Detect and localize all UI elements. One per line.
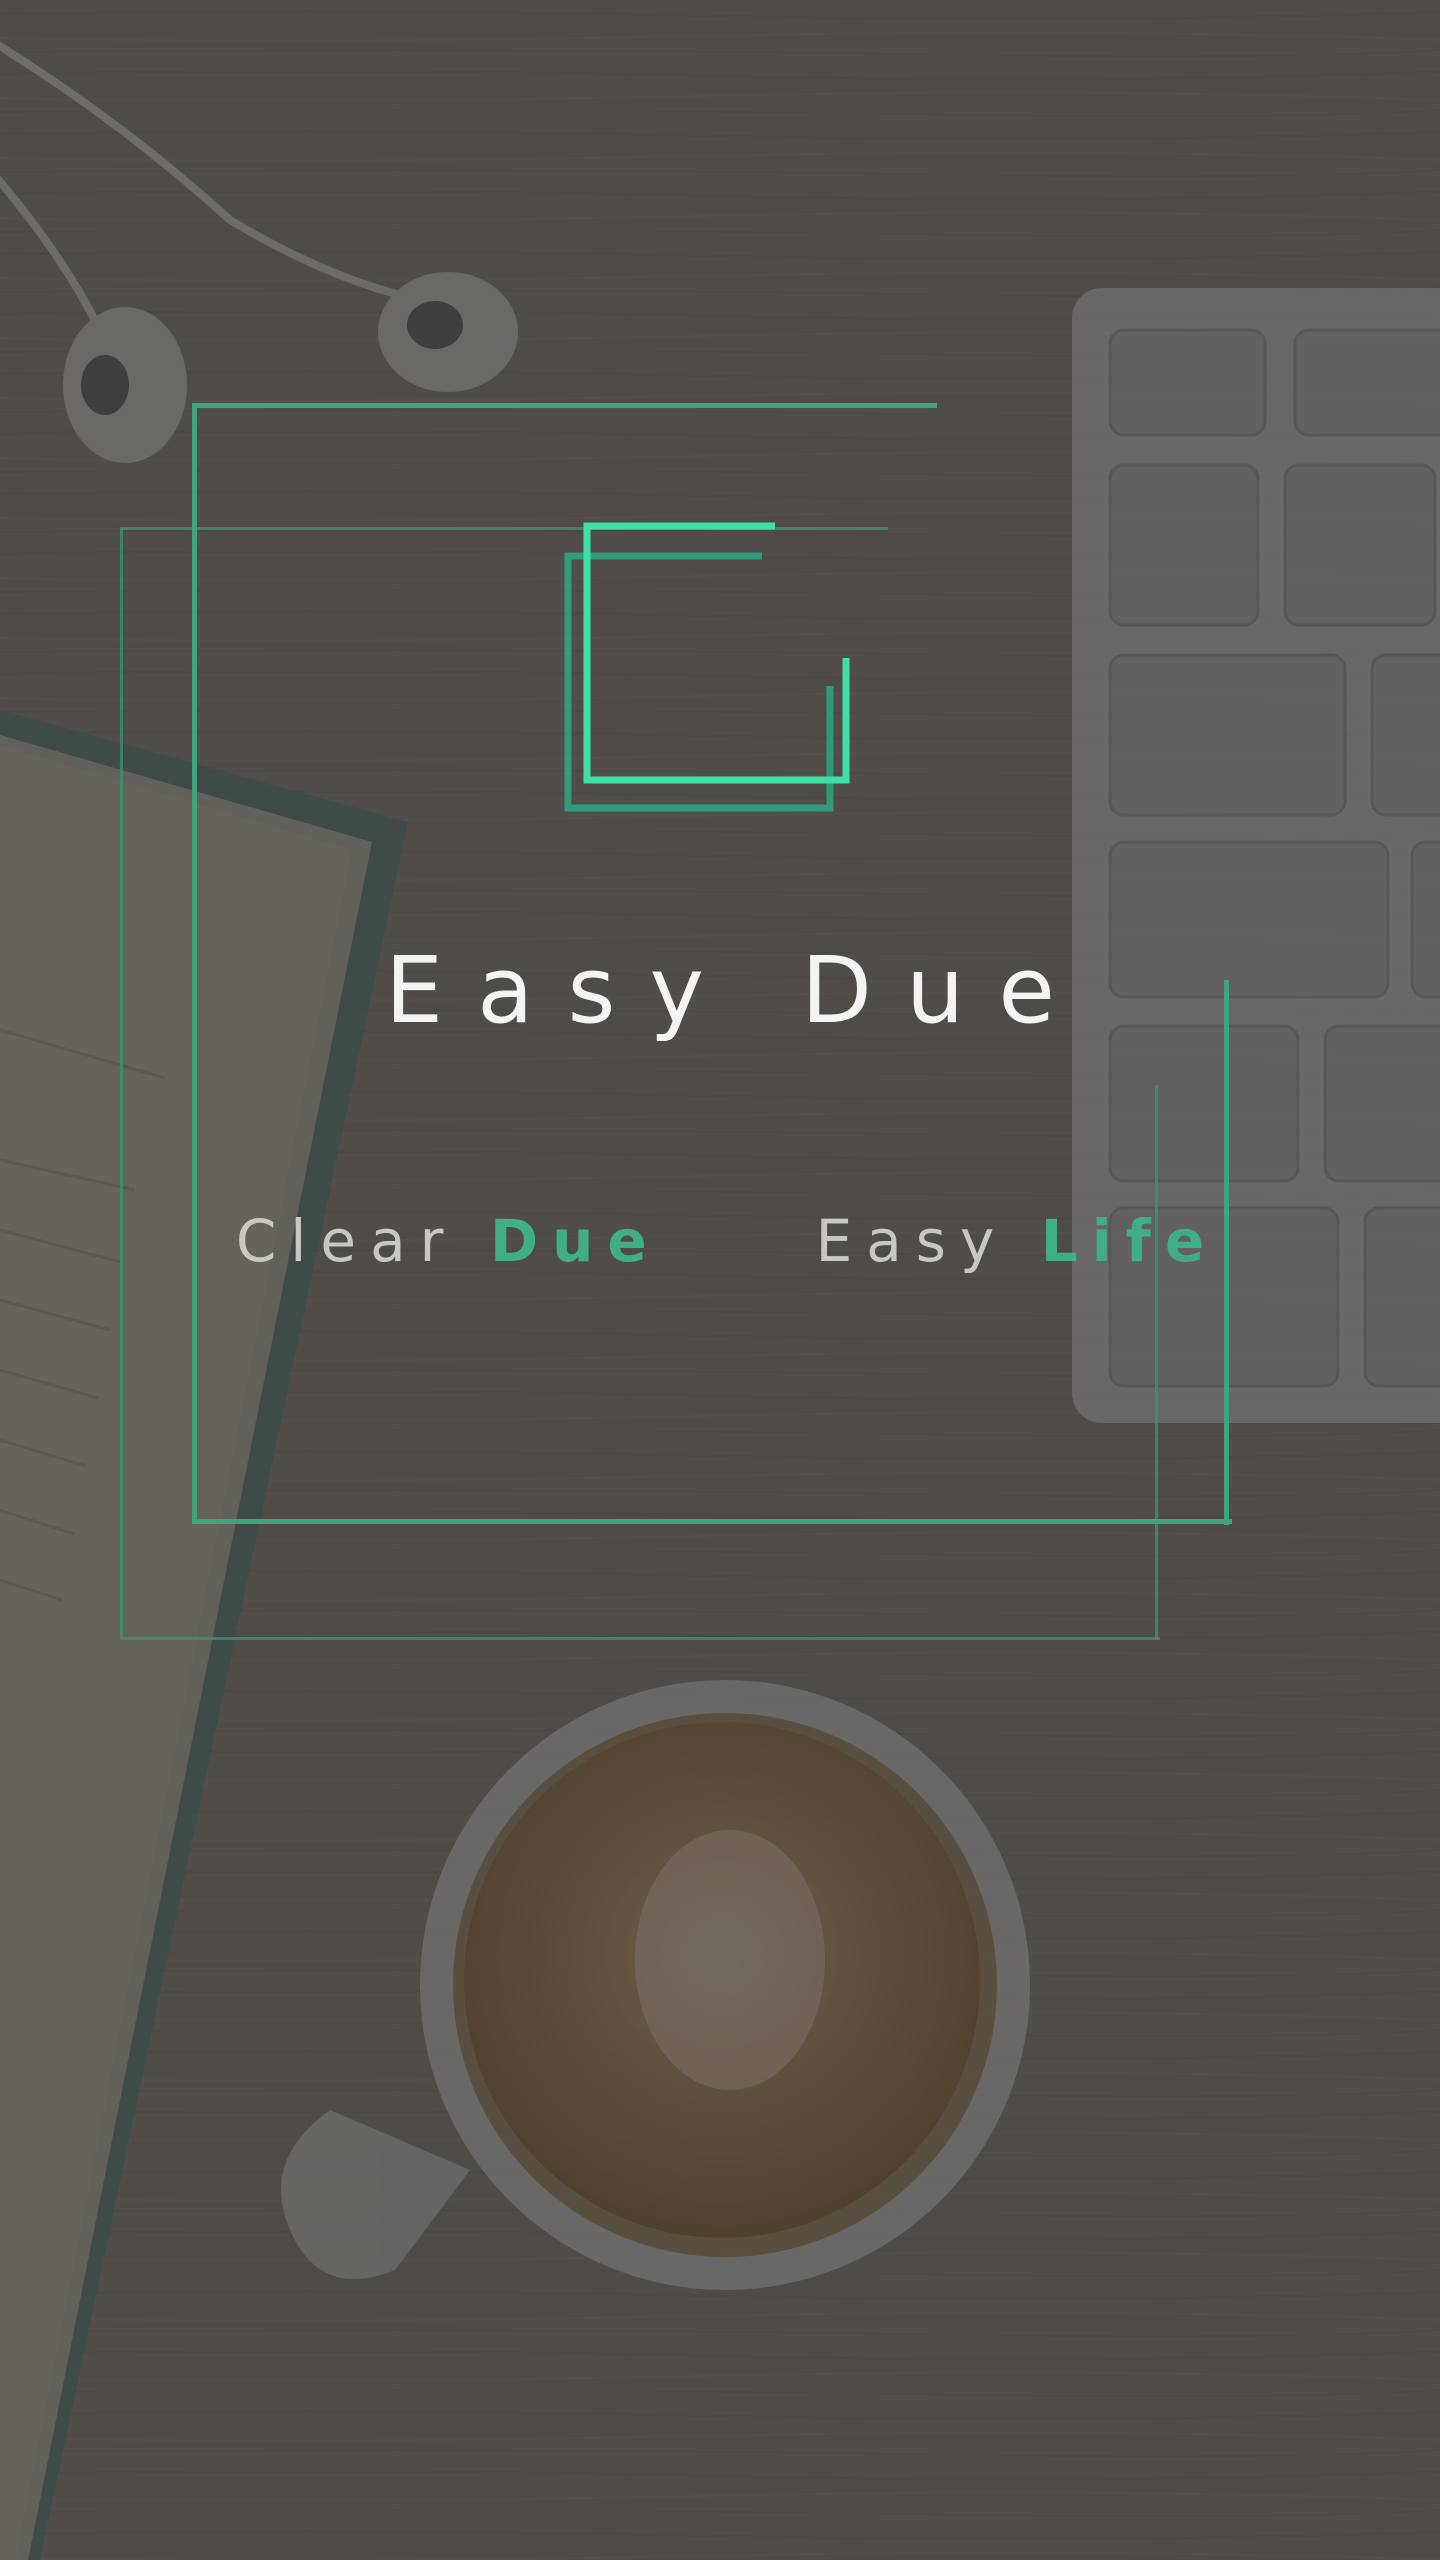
tagline-word-easy: Easy xyxy=(815,1207,1009,1275)
app-logo-icon xyxy=(564,522,850,812)
tagline-word-life: Life xyxy=(1040,1207,1219,1275)
tagline-word-clear: Clear xyxy=(235,1207,458,1275)
outer-frame-top-line xyxy=(192,403,937,408)
app-title: Easy Due xyxy=(385,937,1089,1044)
tagline: Clear Due Easy Life xyxy=(0,1212,1440,1270)
tagline-word-due: Due xyxy=(489,1207,661,1275)
